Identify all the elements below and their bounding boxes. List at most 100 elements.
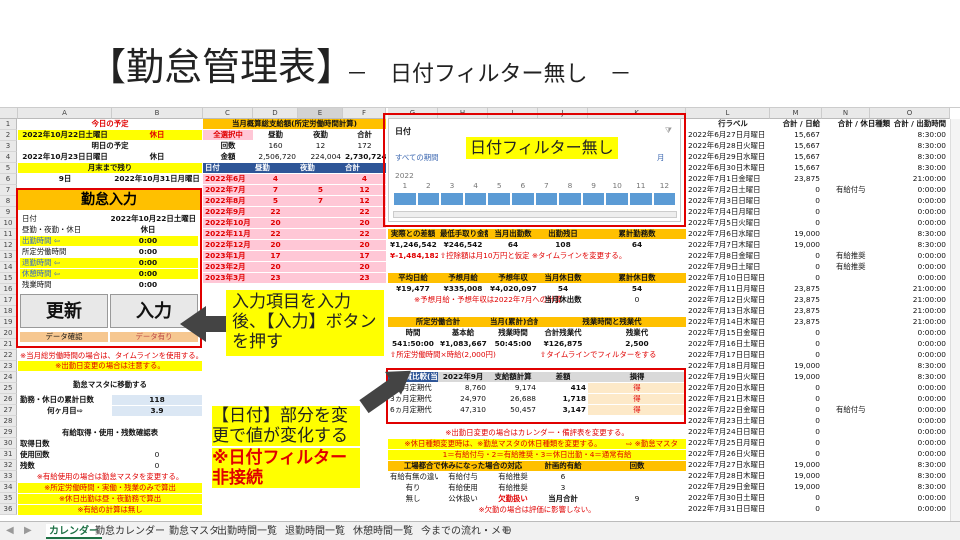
row-header-21[interactable]: 21 (0, 339, 17, 350)
calendar-date[interactable]: 2022年7月2日土曜日 (686, 185, 780, 195)
column-header-L[interactable]: L (686, 108, 770, 119)
calendar-row-label-header[interactable]: 行ラベル (686, 119, 780, 129)
calendar-date[interactable]: 2022年7月11日月曜日 (686, 284, 780, 294)
sched-value[interactable]: 0:00 (98, 247, 198, 257)
row-header-9[interactable]: 9 (0, 207, 17, 218)
slicer-month-label[interactable]: 11 (629, 181, 653, 191)
date-value[interactable]: 2022年10月22日土曜日 (98, 214, 198, 224)
slicer-month-bar-segment[interactable] (630, 193, 652, 205)
row-header-6[interactable]: 6 (0, 174, 17, 185)
calendar-date[interactable]: 2022年7月7日木曜日 (686, 240, 780, 250)
row-header-2[interactable]: 2 (0, 130, 17, 141)
row-header-16[interactable]: 16 (0, 284, 17, 295)
calendar-date[interactable]: 2022年7月24日日曜日 (686, 427, 780, 437)
slicer-unit[interactable]: 月 (655, 153, 677, 163)
work-in-value[interactable]: 0:00 (98, 236, 198, 246)
row-header-28[interactable]: 28 (0, 416, 17, 427)
slicer-month-bar-segment[interactable] (394, 193, 416, 205)
master-move-button[interactable]: 勤怠マスタに移動する (18, 378, 202, 392)
break-value[interactable]: 0:00 (98, 269, 198, 279)
calendar-date[interactable]: 2022年7月27日水曜日 (686, 460, 780, 470)
slicer-month-label[interactable]: 7 (535, 181, 559, 191)
column-header-C[interactable]: C (203, 108, 253, 119)
select-all-corner[interactable] (0, 108, 18, 119)
row-header-35[interactable]: 35 (0, 493, 17, 504)
column-header-O[interactable]: O (870, 108, 950, 119)
row-header-31[interactable]: 31 (0, 449, 17, 460)
filter-date-header[interactable]: 日付 (203, 163, 253, 173)
column-header-M[interactable]: M (770, 108, 822, 119)
slicer-month-label[interactable]: 9 (582, 181, 606, 191)
sheet-tab[interactable]: 今までの流れ・メモ (418, 524, 514, 539)
sheet-tab[interactable]: 勤怠カレンダー (92, 524, 168, 539)
sheet-tab[interactable]: 休憩時間一覧 (350, 524, 416, 539)
slicer-month-label[interactable]: 4 (464, 181, 488, 191)
update-button[interactable]: 更新 (20, 294, 108, 328)
calendar-date[interactable]: 2022年7月10日日曜日 (686, 273, 780, 283)
column-header-E[interactable]: E (298, 108, 343, 119)
tab-prev-icon[interactable]: ◀ (6, 525, 14, 536)
calendar-date[interactable]: 2022年7月8日金曜日 (686, 251, 780, 261)
calendar-date[interactable]: 2022年7月31日日曜日 (686, 504, 780, 514)
row-header-32[interactable]: 32 (0, 460, 17, 471)
today-date[interactable]: 2022年10月22日土曜日 (18, 130, 112, 140)
row-header-3[interactable]: 3 (0, 141, 17, 152)
spreadsheet[interactable]: ABCDEFGHIJKLMNO 1 2 3 4 5 6 7 8 9 10 11 12 13 14 15 16 1… (0, 107, 960, 540)
type-value[interactable]: 休日 (98, 225, 198, 235)
calendar-date[interactable]: 2022年7月26日火曜日 (686, 449, 780, 459)
filter-day-header[interactable]: 昼勤 (253, 163, 298, 173)
calendar-date[interactable]: 2022年7月22日金曜日 (686, 405, 780, 415)
slicer-month-bar-segment[interactable] (417, 193, 440, 205)
slicer-month-bar-segment[interactable] (488, 193, 510, 205)
calendar-date[interactable]: 2022年7月1日金曜日 (686, 174, 780, 184)
row-header-29[interactable]: 29 (0, 427, 17, 438)
tab-next-icon[interactable]: ▶ (24, 525, 32, 536)
calendar-date[interactable]: 2022年7月19日火曜日 (686, 372, 780, 382)
slicer-month-label[interactable]: 10 (605, 181, 629, 191)
calendar-date[interactable]: 2022年7月18日月曜日 (686, 361, 780, 371)
slicer-month-bar[interactable]: 1 2 3 4 5 6 7 8 9 10 11 12 (393, 181, 677, 207)
slicer-all-periods[interactable]: すべての期間 (393, 153, 463, 163)
filter-night-header[interactable]: 夜勤 (298, 163, 343, 173)
calendar-date[interactable]: 2022年6月28日火曜日 (686, 141, 780, 151)
calendar-date[interactable]: 2022年7月25日月曜日 (686, 438, 780, 448)
column-header-A[interactable]: A (18, 108, 112, 119)
slicer-month-bar-segment[interactable] (582, 193, 605, 205)
calendar-date[interactable]: 2022年7月16日土曜日 (686, 339, 780, 349)
slicer-month-bar-segment[interactable] (441, 193, 463, 205)
calendar-date[interactable]: 2022年7月5日火曜日 (686, 218, 780, 228)
column-header-B[interactable]: B (112, 108, 203, 119)
calendar-date[interactable]: 2022年7月28日木曜日 (686, 471, 780, 481)
row-header-26[interactable]: 26 (0, 394, 17, 405)
slicer-month-label[interactable]: 12 (653, 181, 677, 191)
sheet-tab[interactable]: 退勤時間一覧 (282, 524, 348, 539)
row-header-4[interactable]: 4 (0, 152, 17, 163)
calendar-date[interactable]: 2022年7月30日土曜日 (686, 493, 780, 503)
row-header-15[interactable]: 15 (0, 273, 17, 284)
slicer-month-bar-segment[interactable] (535, 193, 558, 205)
add-sheet-icon[interactable]: ⊕ (502, 523, 512, 537)
calendar-date[interactable]: 2022年7月4日月曜日 (686, 207, 780, 217)
filter-total-header[interactable]: 合計 (343, 163, 386, 173)
calendar-date[interactable]: 2022年6月29日水曜日 (686, 152, 780, 162)
row-header-17[interactable]: 17 (0, 295, 17, 306)
row-header-23[interactable]: 23 (0, 361, 17, 372)
calendar-date[interactable]: 2022年7月12日火曜日 (686, 295, 780, 305)
right-note-2b[interactable]: ⇨ ※勤怠マスタ (618, 439, 686, 449)
calendar-date[interactable]: 2022年7月6日水曜日 (686, 229, 780, 239)
clear-filter-icon[interactable]: ⧩ (665, 126, 672, 136)
row-header-18[interactable]: 18 (0, 306, 17, 317)
row-header-8[interactable]: 8 (0, 196, 17, 207)
select-all-label[interactable]: 全選択中 (203, 130, 253, 140)
row-header-30[interactable]: 30 (0, 438, 17, 449)
slicer-month-bar-segment[interactable] (653, 193, 676, 205)
calendar-date[interactable]: 2022年7月15日金曜日 (686, 328, 780, 338)
row-header-1[interactable]: 1 (0, 119, 17, 130)
calendar-date[interactable]: 2022年6月27日月曜日 (686, 130, 780, 140)
row-header-12[interactable]: 12 (0, 240, 17, 251)
slicer-month-bar-segment[interactable] (512, 193, 534, 205)
slicer-month-label[interactable]: 1 (393, 181, 417, 191)
row-header-19[interactable]: 19 (0, 317, 17, 328)
today-type[interactable]: 休日 (112, 130, 202, 140)
calendar-date[interactable]: 2022年7月9日土曜日 (686, 262, 780, 272)
